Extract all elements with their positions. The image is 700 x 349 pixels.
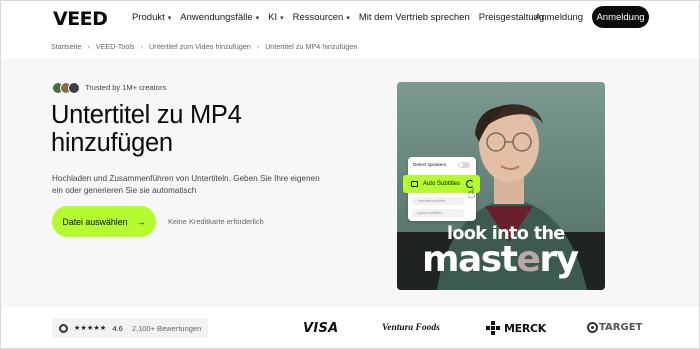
caption-bright-text: mast: [422, 239, 518, 280]
breadcrumb-separator: ›: [140, 42, 143, 51]
chevron-down-icon: ▾: [346, 14, 350, 22]
nav-item-label: Anwendungsfälle: [180, 12, 253, 23]
choose-file-button[interactable]: Datei auswählen →: [52, 206, 156, 237]
nav-item-anwendungsfaelle[interactable]: Anwendungsfälle ▾: [180, 12, 259, 23]
target-icon: [587, 322, 598, 333]
chevron-down-icon: ▾: [280, 14, 284, 22]
breadcrumb: Startseite › VEED-Tools › Untertitel zum…: [51, 42, 363, 51]
login-link[interactable]: Anmeldung: [535, 12, 583, 23]
translate-option-label: Translate subtitles: [417, 199, 446, 203]
rating-score: 4.6: [112, 323, 123, 333]
visa-logo: VISA: [303, 321, 339, 336]
arrow-right-icon: →: [136, 216, 146, 227]
upload-option-label: Upload subtitles: [417, 211, 442, 215]
nav-item-produkt[interactable]: Produkt ▾: [132, 12, 171, 23]
star-rating-icon: ★★★★★: [74, 325, 107, 332]
top-navigation: VEED Produkt ▾ Anwendungsfälle ▾ KI ▾ Resso…: [1, 1, 699, 35]
signup-button[interactable]: Anmeldung: [592, 6, 649, 28]
chevron-down-icon: ▾: [255, 14, 260, 22]
nav-item-label: Mit dem Vertrieb sprechen: [358, 12, 470, 23]
chevron-down-icon: ▾: [167, 14, 172, 22]
merck-logo: MERCK: [504, 322, 547, 335]
video-caption-line-2: mastery: [422, 239, 579, 280]
veed-logo[interactable]: VEED: [53, 8, 108, 30]
caption-dim-text: e: [516, 239, 540, 280]
nav-item-label: Ressourcen: [292, 12, 344, 23]
creator-avatars: [52, 82, 80, 94]
nav-item-label: KI: [268, 12, 278, 23]
detect-speakers-label: Detect speakers: [413, 162, 447, 167]
target-logo: TARGET: [599, 322, 643, 333]
review-count: 2,100+ Bewertungen: [131, 323, 202, 333]
breadcrumb-home[interactable]: Startseite: [51, 42, 81, 51]
hero-description: Hochladen und Zusammenführen von Unterti…: [52, 174, 320, 195]
breadcrumb-current: Untertitel zu MP4 hinzufügen: [265, 42, 358, 51]
merck-icon: [486, 321, 500, 335]
nav-item-vertrieb[interactable]: Mit dem Vertrieb sprechen: [359, 12, 470, 23]
choose-file-label: Datei auswählen: [62, 216, 128, 227]
auto-subtitles-label: Auto Subtitles: [423, 181, 461, 187]
nav-item-ressourcen[interactable]: Ressourcen ▾: [293, 12, 350, 23]
detect-speakers-toggle[interactable]: [458, 162, 470, 168]
breadcrumb-veed-tools[interactable]: VEED-Tools: [96, 42, 135, 51]
rating-badge[interactable]: ★★★★★ 4.6 2,100+ Bewertungen: [52, 318, 208, 338]
avatar: [68, 82, 80, 94]
ventura-foods-logo: Ventura Foods: [382, 323, 440, 333]
nav-item-label: Produkt: [132, 12, 165, 23]
google-icon: [59, 323, 68, 333]
trusted-text: Trusted by 1M+ creators: [85, 83, 167, 92]
page-title: Untertitel zu MP4 hinzufügen: [51, 101, 242, 157]
page-frame: VEED Produkt ▾ Anwendungsfälle ▾ KI ▾ Resso…: [0, 0, 700, 349]
breadcrumb-separator: ›: [256, 42, 260, 51]
hand-cursor-icon: ☝: [467, 185, 476, 201]
breadcrumb-add-subtitles[interactable]: Untertitel zum Video hinzufügen: [149, 42, 251, 51]
no-credit-card-note: Keine Kreditkarte erforderlich: [168, 217, 264, 226]
nav-item-ki[interactable]: KI ▾: [268, 12, 284, 23]
breadcrumb-separator: ›: [87, 42, 90, 51]
subtitles-icon: [411, 181, 418, 187]
caption-rest-text: ry: [539, 239, 579, 280]
nav-menu: Produkt ▾ Anwendungsfälle ▾ KI ▾ Ressourcen…: [132, 12, 553, 23]
